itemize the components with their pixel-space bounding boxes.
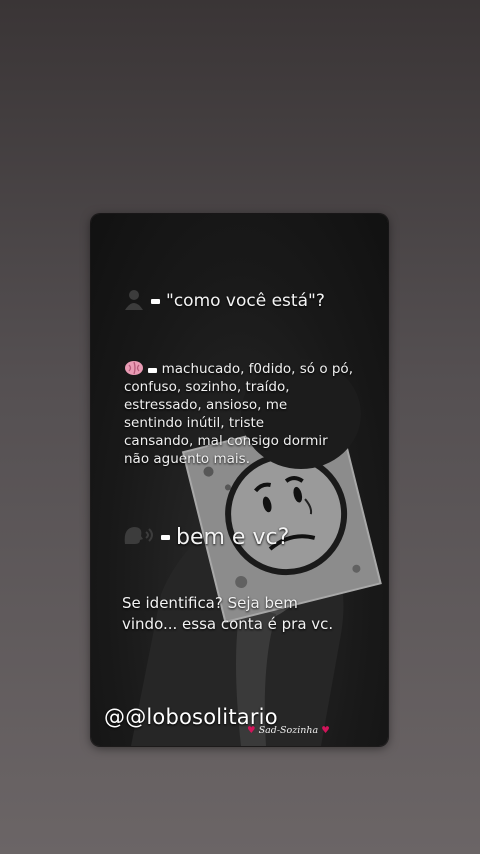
reply-row: bem e vc? — [121, 524, 289, 551]
reply-text: bem e vc? — [176, 524, 290, 550]
answer-line-4: sentindo inútil, triste — [124, 415, 265, 431]
question-row: "como você está"? — [123, 288, 325, 314]
question-text: "como você está"? — [166, 290, 325, 311]
answer-line-3: estressado, ansioso, me — [124, 397, 288, 413]
brain-icon — [124, 360, 144, 378]
answer-line-2: confuso, sozinho, traído, — [124, 379, 290, 395]
answer-line-5: cansando, mal consigo dormir — [124, 433, 328, 449]
answer-line-1: machucado, f0dido, só o pó, — [124, 360, 364, 378]
dash-mark — [161, 535, 170, 540]
speaking-head-icon — [121, 524, 155, 551]
welcome-text: Se identifica? Seja bem vindo... essa co… — [122, 594, 334, 633]
dash-mark — [151, 298, 160, 304]
answer-block: machucado, f0dido, só o pó, confuso, soz… — [124, 360, 364, 468]
dash-mark — [148, 368, 158, 373]
heart-icon: ♥ — [321, 725, 330, 736]
answer-line-6: não aguento mais. — [124, 451, 250, 467]
person-silhouette-icon — [123, 288, 145, 314]
image-card: "como você está"? machucado, f0dido, só … — [91, 214, 388, 746]
heart-icon: ♥ — [247, 725, 256, 736]
watermark-signature: ♥ Sad-Sozinha ♥ — [247, 725, 330, 736]
